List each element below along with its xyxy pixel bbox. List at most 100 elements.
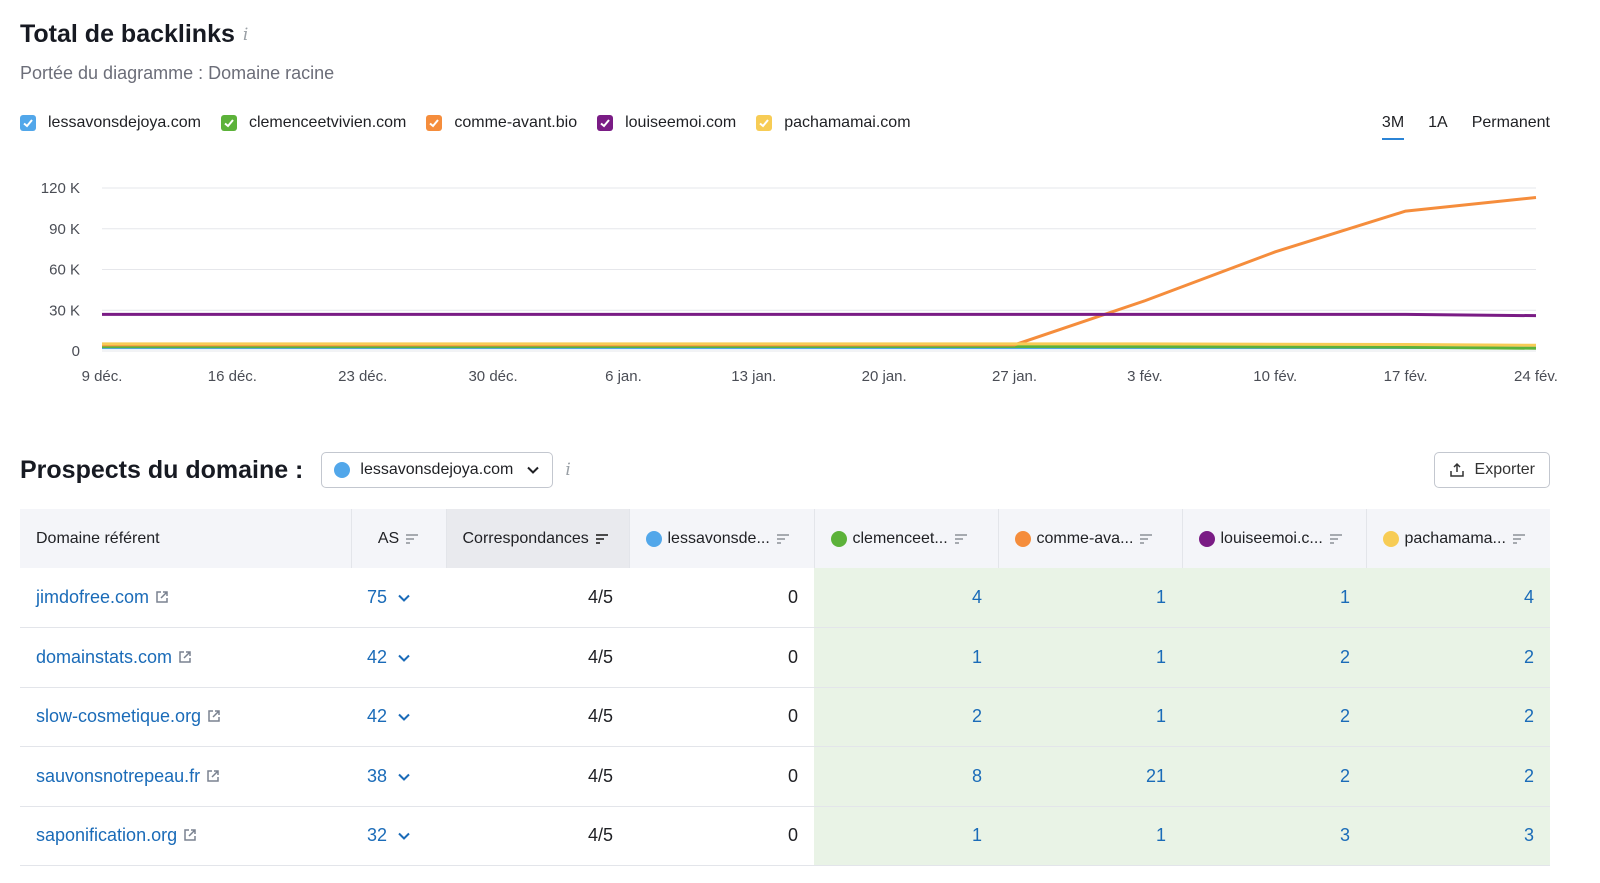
- value-cell[interactable]: 2: [1366, 746, 1550, 807]
- y-tick-label: 60 K: [49, 262, 80, 279]
- x-tick-label: 13 jan.: [731, 368, 776, 385]
- prospects-title: Prospects du domaine :: [20, 455, 304, 484]
- chevron-down-icon[interactable]: [397, 770, 411, 784]
- column-header-lessavonsdejoya[interactable]: lessavonsde...: [629, 509, 815, 568]
- legend-label: comme-avant.bio: [454, 114, 578, 131]
- column-header-as[interactable]: AS: [351, 509, 447, 568]
- as-cell[interactable]: 42: [351, 687, 446, 747]
- domain-color-dot: [334, 462, 351, 478]
- external-link-icon[interactable]: [183, 828, 197, 842]
- series-line-pachamamai[interactable]: [102, 342, 1537, 347]
- value-cell[interactable]: 2: [1366, 627, 1550, 688]
- legend-item-pachamamai[interactable]: pachamamai.com: [756, 114, 911, 132]
- y-tick-label: 90 K: [49, 221, 80, 238]
- sort-icon[interactable]: [405, 533, 419, 545]
- external-link-icon[interactable]: [155, 590, 169, 604]
- matches-cell: 4/5: [446, 568, 629, 628]
- x-tick-label: 17 fév.: [1384, 368, 1428, 385]
- column-header-matches[interactable]: Correspondances: [446, 509, 630, 568]
- info-icon[interactable]: i: [565, 460, 570, 480]
- value-cell[interactable]: 2: [1182, 746, 1366, 807]
- domain-link[interactable]: sauvonsnotrepeau.fr: [36, 766, 200, 786]
- domain-select-value: lessavonsdejoya.com: [360, 461, 514, 478]
- column-header-comme-avant[interactable]: comme-ava...: [998, 509, 1183, 568]
- sort-icon[interactable]: [1329, 533, 1343, 545]
- column-header-clemenceetvivien[interactable]: clemenceet...: [814, 509, 999, 568]
- sort-icon[interactable]: [595, 533, 609, 545]
- external-link-icon[interactable]: [207, 709, 221, 723]
- checkbox-checked-icon[interactable]: [220, 115, 237, 131]
- as-cell[interactable]: 38: [351, 746, 446, 807]
- prospects-table: Domaine référent AS Correspondances less…: [20, 509, 1550, 866]
- series-line-louiseemoi[interactable]: [102, 312, 1537, 318]
- chart-header: Total de backlinks i Portée du diagramme…: [20, 20, 334, 84]
- chevron-down-icon[interactable]: [397, 710, 411, 724]
- table-row: domainstats.com 42 4/5 0 1 1 2 2: [20, 627, 1550, 688]
- value-cell[interactable]: 1: [814, 806, 998, 866]
- legend-item-lessavonsdejoya[interactable]: lessavonsdejoya.com: [20, 114, 201, 132]
- checkbox-checked-icon[interactable]: [426, 115, 443, 131]
- chevron-down-icon: [527, 466, 540, 474]
- domain-link[interactable]: saponification.org: [36, 825, 177, 845]
- domain-link[interactable]: slow-cosmetique.org: [36, 706, 201, 726]
- column-label: louiseemoi.c...: [1220, 529, 1323, 547]
- value-cell[interactable]: 2: [1182, 627, 1366, 688]
- domain-link[interactable]: jimdofree.com: [36, 587, 149, 607]
- domain-select[interactable]: lessavonsdejoya.com: [321, 452, 554, 488]
- value-cell[interactable]: 1: [998, 568, 1182, 628]
- value-cell[interactable]: 4: [814, 568, 998, 628]
- tab-3m[interactable]: 3M: [1381, 114, 1405, 140]
- column-header-louiseemoi[interactable]: louiseemoi.c...: [1182, 509, 1367, 568]
- export-button[interactable]: Exporter: [1433, 452, 1550, 488]
- sort-icon[interactable]: [1139, 533, 1153, 545]
- column-label: AS: [377, 529, 400, 547]
- domain-cell: slow-cosmetique.org: [20, 687, 351, 747]
- value-cell[interactable]: 8: [814, 746, 998, 807]
- legend-item-comme-avant[interactable]: comme-avant.bio: [426, 114, 577, 132]
- tab-1a[interactable]: 1A: [1428, 114, 1448, 140]
- table-row: slow-cosmetique.org 42 4/5 0 2 1 2 2: [20, 687, 1550, 747]
- series-dot: [1198, 530, 1215, 547]
- external-link-icon[interactable]: [206, 769, 220, 783]
- sort-icon[interactable]: [1512, 533, 1526, 545]
- as-cell[interactable]: 42: [351, 627, 446, 688]
- value-cell[interactable]: 1: [998, 627, 1182, 688]
- value-cell[interactable]: 2: [1366, 687, 1550, 747]
- chevron-down-icon[interactable]: [397, 651, 411, 665]
- legend-label: pachamamai.com: [784, 114, 911, 131]
- series-dot: [830, 530, 847, 547]
- checkbox-checked-icon[interactable]: [756, 115, 773, 131]
- column-label: clemenceet...: [852, 529, 948, 547]
- column-header-pachamamai[interactable]: pachamama...: [1366, 509, 1550, 568]
- backlinks-line-chart: 0 30 K 60 K 90 K 120 K 9 déc. 16 déc. 23 déc. 30…: [41, 180, 1558, 385]
- x-tick-label: 27 jan.: [992, 368, 1037, 385]
- external-link-icon[interactable]: [178, 650, 192, 664]
- sort-icon[interactable]: [954, 533, 968, 545]
- checkbox-checked-icon[interactable]: [20, 115, 36, 131]
- value-cell[interactable]: 3: [1182, 806, 1366, 866]
- checkbox-checked-icon[interactable]: [597, 115, 614, 131]
- x-tick-label: 3 fév.: [1127, 368, 1163, 385]
- domain-link[interactable]: domainstats.com: [36, 647, 172, 667]
- value-cell[interactable]: 4: [1366, 568, 1550, 628]
- value-cell[interactable]: 1: [998, 806, 1182, 866]
- info-icon[interactable]: i: [243, 25, 248, 45]
- legend-item-louiseemoi[interactable]: louiseemoi.com: [597, 114, 736, 132]
- chevron-down-icon[interactable]: [397, 591, 411, 605]
- legend-item-clemenceetvivien[interactable]: clemenceetvivien.com: [220, 114, 406, 132]
- legend-label: lessavonsdejoya.com: [48, 114, 201, 131]
- value-cell[interactable]: 1: [1182, 568, 1366, 628]
- value-cell[interactable]: 1: [814, 627, 998, 688]
- domain-cell: domainstats.com: [20, 627, 351, 688]
- value-cell[interactable]: 1: [998, 687, 1182, 747]
- series-line-comme-avant[interactable]: [102, 196, 1537, 347]
- value-cell[interactable]: 2: [814, 687, 998, 747]
- as-cell[interactable]: 32: [351, 806, 446, 866]
- value-cell[interactable]: 3: [1366, 806, 1550, 866]
- sort-icon[interactable]: [776, 533, 790, 545]
- tab-permanent[interactable]: Permanent: [1472, 114, 1550, 140]
- value-cell[interactable]: 2: [1182, 687, 1366, 747]
- chevron-down-icon[interactable]: [397, 829, 411, 843]
- as-cell[interactable]: 75: [351, 568, 446, 628]
- value-cell[interactable]: 21: [998, 746, 1182, 807]
